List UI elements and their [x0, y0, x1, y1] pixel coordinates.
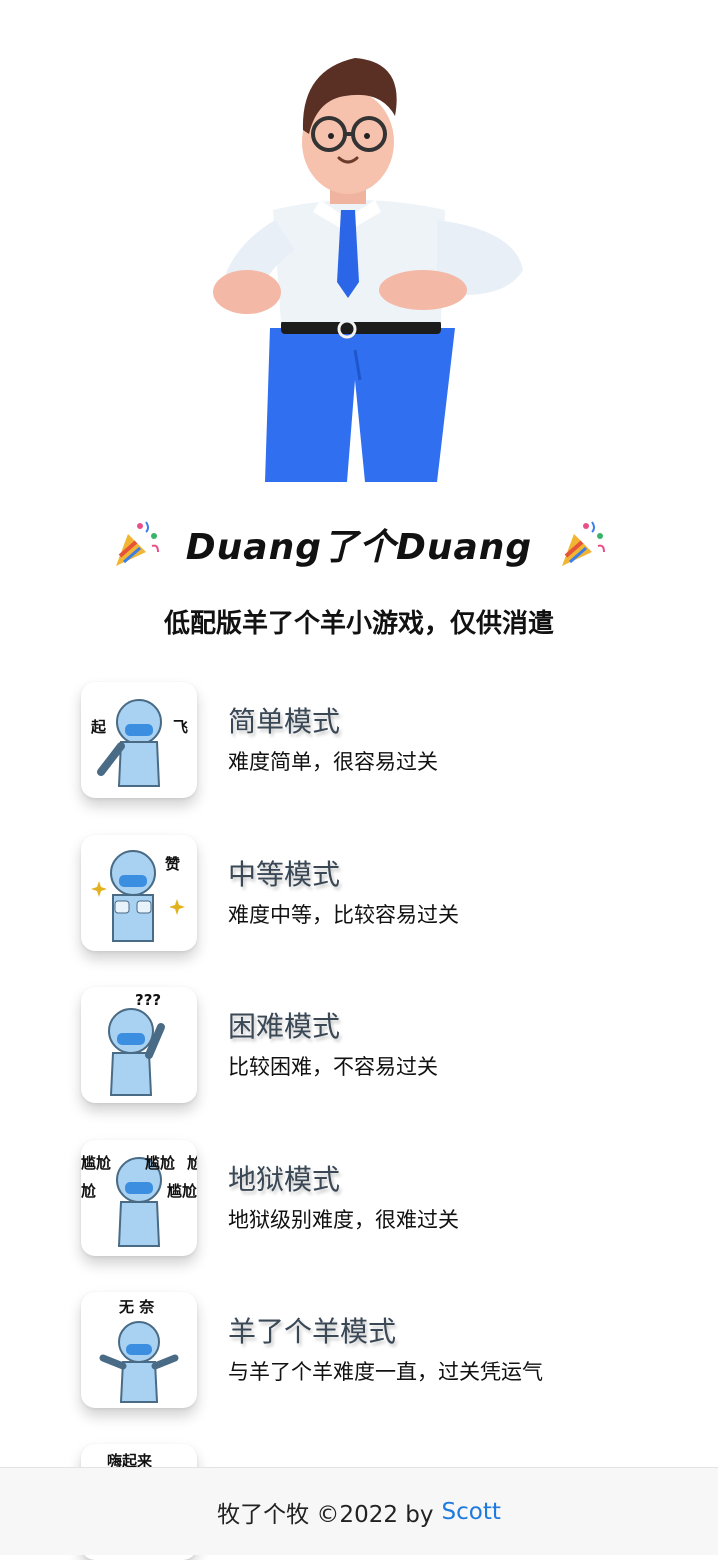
mode-title: 困难模式 — [228, 1010, 341, 1043]
mode-medium[interactable]: 赞 中等模式 难度中等，比较容易过关 — [81, 835, 641, 951]
sticker-caption: 尬 — [81, 1182, 97, 1200]
mode-sheep-thumbnail: 无 奈 — [81, 1292, 197, 1408]
mode-description: 难度中等，比较容易过关 — [228, 903, 459, 927]
mode-description: 比较困难，不容易过关 — [228, 1055, 438, 1079]
mode-description: 与羊了个羊难度一直，过关凭运气 — [228, 1360, 543, 1384]
page-subtitle: 低配版羊了个羊小游戏，仅供消遣 — [163, 609, 554, 639]
footer-text: 牧了个牧 ©2022 by — [217, 1501, 434, 1528]
hazmat-character-icon — [97, 699, 162, 787]
sticker-caption: 尴尬 — [81, 1154, 112, 1172]
hero-character-illustration — [205, 50, 525, 490]
sticker-caption: ??? — [135, 991, 162, 1009]
sticker-caption: 起 — [91, 718, 107, 736]
sticker-caption: 无 奈 — [119, 1298, 155, 1316]
footer: 牧了个牧 ©2022 by Scott — [0, 1467, 718, 1555]
page-title: Duang了个Duang — [185, 527, 533, 568]
mode-easy-thumbnail: 起 飞 — [81, 682, 197, 798]
sticker-caption: 尴尬 — [145, 1154, 176, 1172]
mode-title: 简单模式 — [228, 705, 341, 738]
mode-sheep[interactable]: 无 奈 羊了个羊模式 与羊了个羊难度一直，过关凭运气 — [81, 1292, 641, 1408]
party-popper-icon — [110, 518, 162, 570]
mode-hell[interactable]: 尴尬 尴尬 尬 尬 尴尬 地狱模式 地狱级别难度，很难过关 — [81, 1140, 641, 1256]
mode-title: 地狱模式 — [228, 1163, 341, 1196]
mode-hard[interactable]: ??? 困难模式 比较困难，不容易过关 — [81, 987, 641, 1103]
mode-title: 羊了个羊模式 — [228, 1315, 397, 1348]
party-popper-icon — [556, 518, 608, 570]
mode-hell-thumbnail: 尴尬 尴尬 尬 尬 尴尬 — [81, 1140, 197, 1256]
sticker-caption: 尬 — [187, 1154, 197, 1172]
mode-medium-thumbnail: 赞 — [81, 835, 197, 951]
mode-description: 地狱级别难度，很难过关 — [228, 1208, 459, 1232]
mode-title: 中等模式 — [228, 858, 341, 891]
author-link[interactable]: Scott — [442, 1499, 501, 1525]
sticker-caption: 飞 — [173, 718, 189, 736]
sticker-caption: 尴尬 — [167, 1182, 197, 1200]
mode-easy[interactable]: 起 飞 简单模式 难度简单，很容易过关 — [81, 682, 641, 798]
mode-description: 难度简单，很容易过关 — [228, 750, 438, 774]
mode-hard-thumbnail: ??? — [81, 987, 197, 1103]
sticker-caption: 赞 — [165, 855, 181, 873]
title-row: Duang了个Duang — [0, 516, 718, 572]
